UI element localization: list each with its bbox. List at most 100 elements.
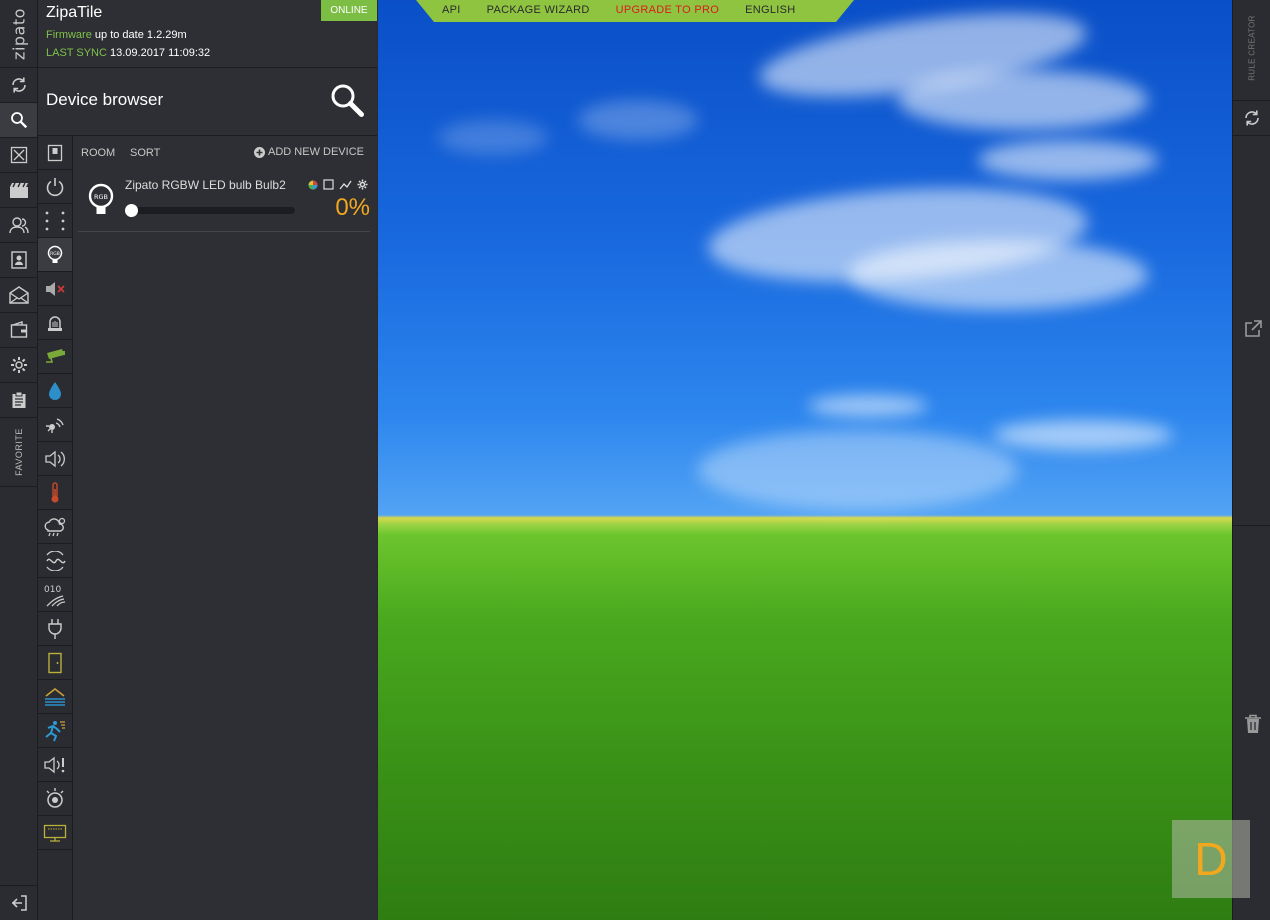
clipboard-icon xyxy=(12,391,25,408)
add-new-device-button[interactable]: ADD NEW DEVICE xyxy=(254,146,364,158)
device-badge-text: RGB xyxy=(94,193,108,201)
menu-language[interactable]: ENGLISH xyxy=(745,4,795,16)
page-title: Device browser xyxy=(46,90,164,109)
category-movement[interactable] xyxy=(38,714,72,748)
thermometer-icon xyxy=(51,481,59,502)
right-refresh-button[interactable] xyxy=(1233,101,1270,136)
gear-icon[interactable] xyxy=(357,179,368,190)
binary-icon: 010 xyxy=(44,585,66,606)
smoke-detector-icon xyxy=(46,787,64,808)
users-icon xyxy=(8,217,29,234)
device-row[interactable]: RGB Zipato RGBW LED bulb Bulb2 0% xyxy=(78,172,370,232)
wallet-button[interactable] xyxy=(0,313,37,348)
wallet-icon xyxy=(10,321,27,338)
category-switch[interactable] xyxy=(38,136,72,170)
category-sound-mute[interactable] xyxy=(38,272,72,306)
open-external-button[interactable] xyxy=(1244,320,1262,338)
expand-button[interactable] xyxy=(0,138,37,173)
clapperboard-icon xyxy=(9,182,28,198)
category-lights[interactable]: RGB xyxy=(38,238,72,272)
firmware-value: up to date 1.2.29m xyxy=(94,29,187,41)
plus-circle-icon xyxy=(254,146,266,158)
category-power[interactable] xyxy=(38,170,72,204)
device-search-button[interactable] xyxy=(329,82,365,118)
rule-creator-tab[interactable]: RULE CREATOR xyxy=(1233,0,1270,101)
scenes-button[interactable] xyxy=(0,173,37,208)
category-smoke[interactable] xyxy=(38,782,72,816)
search-icon xyxy=(331,84,364,117)
zipato-logo[interactable]: zipato xyxy=(0,0,37,68)
camera-icon xyxy=(46,348,65,363)
delete-button[interactable] xyxy=(1244,714,1262,734)
app-header: ZipaTile ONLINE Firmware up to date 1.2.… xyxy=(38,0,377,68)
bulb-icon: RGB xyxy=(47,245,63,263)
top-menu: API PACKAGE WIZARD UPGRADE TO PRO ENGLIS… xyxy=(416,0,854,22)
logout-button[interactable] xyxy=(0,885,37,920)
sort-button[interactable]: SORT xyxy=(130,147,160,159)
square-icon[interactable] xyxy=(323,179,334,190)
device-name: Zipato RGBW LED bulb Bulb2 xyxy=(125,178,286,192)
category-weather[interactable] xyxy=(38,510,72,544)
switch-icon xyxy=(47,144,63,161)
main-nav-rail: zipato FAVORITE xyxy=(0,0,38,920)
category-plug[interactable] xyxy=(38,612,72,646)
vibration-icon xyxy=(46,550,66,571)
refresh-button[interactable] xyxy=(0,68,37,103)
category-display[interactable] xyxy=(38,816,72,850)
category-vibration[interactable] xyxy=(38,544,72,578)
chart-line-icon[interactable] xyxy=(339,180,352,190)
speaker-icon xyxy=(45,450,65,467)
clipboard-button[interactable] xyxy=(0,383,37,418)
category-binary-sensor[interactable]: 010 xyxy=(38,578,72,612)
motion-sensor-icon xyxy=(46,417,64,433)
settings-button[interactable] xyxy=(0,348,37,383)
users-button[interactable] xyxy=(0,208,37,243)
favorite-tab[interactable]: FAVORITE xyxy=(0,418,37,487)
menu-upgrade-to-pro[interactable]: UPGRADE TO PRO xyxy=(616,4,719,16)
right-panel: RULE CREATOR xyxy=(1232,0,1270,920)
category-siren[interactable] xyxy=(38,306,72,340)
category-camera[interactable] xyxy=(38,340,72,374)
category-temperature[interactable] xyxy=(38,476,72,510)
running-man-icon xyxy=(45,720,65,741)
d-widget-badge[interactable]: D xyxy=(1172,820,1250,898)
trash-icon xyxy=(1245,714,1261,733)
category-door[interactable] xyxy=(38,646,72,680)
gear-icon xyxy=(10,357,27,373)
svg-text:010: 010 xyxy=(44,585,61,595)
water-drop-icon xyxy=(49,381,61,400)
search-nav-button[interactable] xyxy=(0,103,37,138)
contacts-button[interactable] xyxy=(0,243,37,278)
external-link-icon xyxy=(1245,320,1262,337)
firmware-label: Firmware xyxy=(46,29,92,41)
search-icon xyxy=(10,112,27,129)
d-badge-letter: D xyxy=(1194,833,1228,885)
rule-creator-label: RULE CREATOR xyxy=(1247,15,1257,81)
brightness-slider-handle[interactable] xyxy=(125,204,138,217)
room-filter[interactable]: ROOM xyxy=(81,147,115,159)
envelope-icon xyxy=(8,286,29,304)
expand-icon xyxy=(10,146,27,164)
messages-button[interactable] xyxy=(0,278,37,313)
category-water[interactable] xyxy=(38,374,72,408)
menu-api[interactable]: API xyxy=(442,4,461,16)
device-browser-header: Device browser xyxy=(38,68,377,136)
category-flood[interactable] xyxy=(38,680,72,714)
contact-card-icon xyxy=(10,251,27,269)
menu-package-wizard[interactable]: PACKAGE WIZARD xyxy=(487,4,590,16)
category-speaker[interactable] xyxy=(38,442,72,476)
device-actions xyxy=(308,179,368,190)
category-motion[interactable] xyxy=(38,408,72,442)
dots-icon xyxy=(45,211,65,230)
brightness-slider-track[interactable] xyxy=(129,207,295,214)
color-wheel-icon[interactable] xyxy=(308,180,318,190)
power-icon xyxy=(46,177,64,196)
display-icon xyxy=(43,824,67,842)
status-badge: ONLINE xyxy=(321,0,377,21)
last-sync-value: 13.09.2017 11:09:32 xyxy=(110,47,211,59)
category-other[interactable] xyxy=(38,204,72,238)
right-panel-divider xyxy=(1233,525,1270,526)
app-title: ZipaTile xyxy=(46,4,103,21)
svg-text:RGB: RGB xyxy=(50,251,60,257)
category-alarm[interactable] xyxy=(38,748,72,782)
